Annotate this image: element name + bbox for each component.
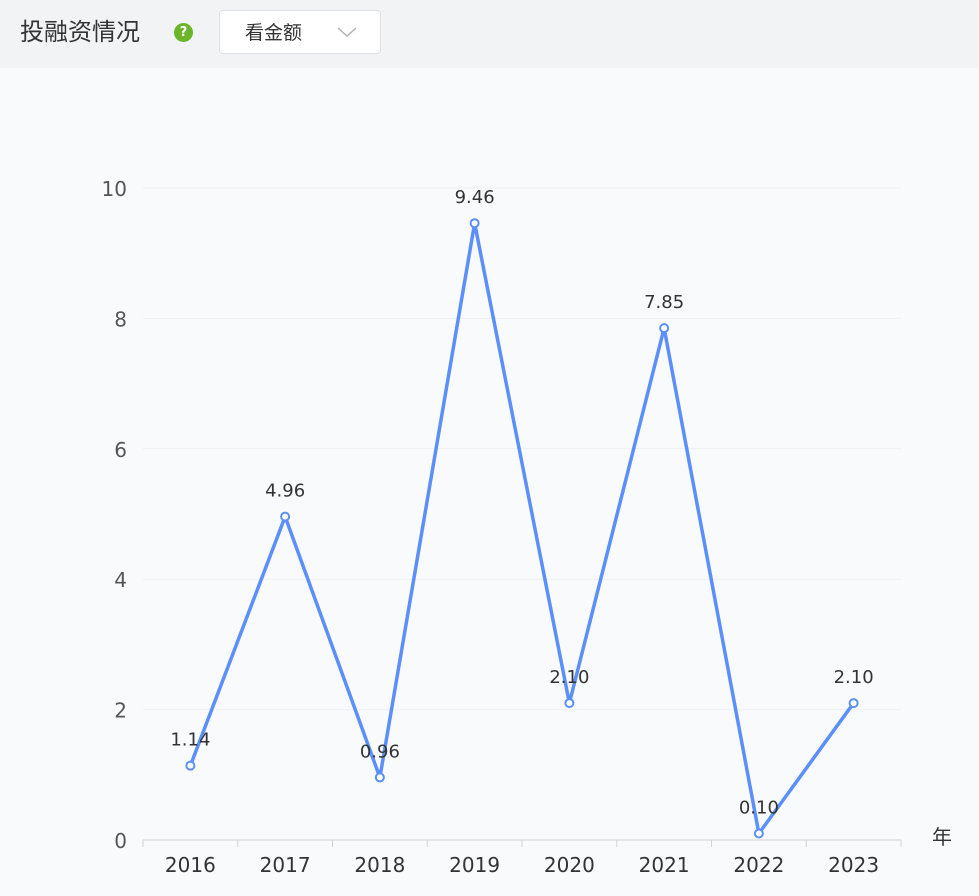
x-tick-label: 2020 [544,853,595,877]
y-tick-label: 6 [114,438,127,462]
data-point[interactable] [753,828,764,839]
y-tick-label: 2 [114,699,127,723]
data-point[interactable] [469,218,480,229]
line-chart: 0 2 4 6 8 10 2016 2017 2018 2019 2020 2021 2022 2023 年… [102,177,952,877]
data-point[interactable] [848,698,859,709]
series-line [188,221,856,836]
x-axis-label: 年 [932,825,952,849]
data-label: 4.96 [265,481,305,502]
data-point[interactable] [659,323,670,334]
data-label: 2.10 [834,667,874,688]
x-tick-label: 2022 [733,853,784,877]
data-label: 1.14 [170,730,210,751]
grid-lines [143,187,901,711]
data-label: 2.10 [549,667,589,688]
data-labels: 1.14 4.96 0.96 9.46 2.10 7.85 0.10 2.10 [170,187,873,818]
series-line-layer [188,221,856,836]
y-tick-label: 0 [114,829,127,853]
data-point[interactable] [185,760,196,771]
data-point[interactable] [280,511,291,522]
data-point[interactable] [564,698,575,709]
y-tick-label: 8 [114,307,127,331]
x-tick-label: 2017 [260,853,311,877]
data-label: 0.96 [360,741,400,762]
chart-title: 投融资情况 [20,18,140,46]
data-label: 9.46 [455,187,495,208]
x-tick-label: 2019 [449,853,500,877]
question-circle-icon[interactable]: ? [174,23,193,42]
data-label: 7.85 [644,292,684,313]
chart-header: 投融资情况 ? 看金额 [0,0,979,68]
x-tick-label: 2016 [165,853,216,877]
y-tick-label: 10 [102,177,127,201]
x-tick-label: 2018 [354,853,405,877]
axes: 0 2 4 6 8 10 2016 2017 2018 2019 2020 2021 2022 2023 年 [102,177,952,877]
y-tick-label: 4 [114,568,127,592]
dropdown-selected-value: 看金额 [245,22,303,44]
data-point[interactable] [374,772,385,783]
chevron-down-icon[interactable] [336,26,358,38]
data-label: 0.10 [739,797,779,818]
data-points [185,218,859,839]
x-tick-label: 2023 [828,853,879,877]
chart-area: 0 2 4 6 8 10 2016 2017 2018 2019 2020 2021 2022 2023 年… [0,68,979,892]
x-tick-label: 2021 [639,853,690,877]
